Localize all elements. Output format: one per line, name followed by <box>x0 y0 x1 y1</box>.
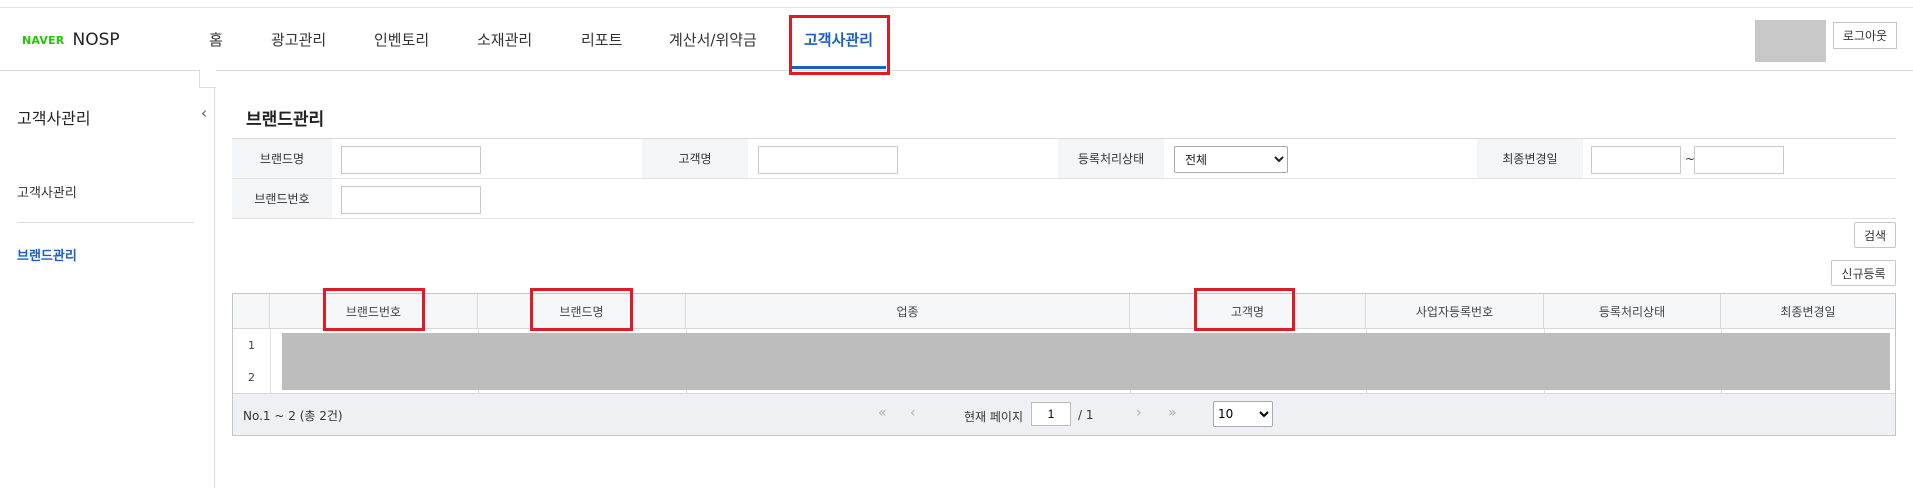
column-header-brand-no[interactable]: 브랜드번호 <box>270 294 478 329</box>
row-number: 2 <box>248 370 255 384</box>
brand-table: 브랜드번호 브랜드명 업종 고객명 사업자등록번호 등록처리상태 최종변경일 1… <box>232 293 1896 436</box>
record-count: No.1 ~ 2 (총 2건) <box>243 409 343 423</box>
first-page-icon[interactable]: « <box>878 405 887 421</box>
active-tab-indicator <box>790 66 886 69</box>
brand-name-input[interactable] <box>341 146 481 174</box>
customer-name-label: 고객명 <box>642 139 748 178</box>
new-register-button[interactable]: 신규등록 <box>1831 260 1896 286</box>
column-header-customer-name[interactable]: 고객명 <box>1130 294 1366 329</box>
table-footer: No.1 ~ 2 (총 2건) « ‹ 현재 페이지 / 1 › » 10 <box>233 393 1895 435</box>
brand-no-input[interactable] <box>341 186 481 214</box>
sidebar-title: 고객사관리 <box>17 109 91 128</box>
tab-creative-management[interactable]: 소재관리 <box>477 29 532 50</box>
column-header-modified-date[interactable]: 최종변경일 <box>1721 294 1895 329</box>
page-title: 브랜드관리 <box>246 110 325 130</box>
search-filter-form: 브랜드명 고객명 등록처리상태 전체 최종변경일 ~ 브랜드번호 <box>232 138 1896 219</box>
sidebar-divider <box>17 222 194 223</box>
current-page-label: 현재 페이지 <box>964 410 1024 424</box>
tab-invoice-penalty[interactable]: 계산서/위약금 <box>669 29 757 50</box>
tab-home[interactable]: 홈 <box>209 29 223 50</box>
modified-date-label: 최종변경일 <box>1477 139 1583 178</box>
status-label: 등록처리상태 <box>1058 139 1164 178</box>
column-header-business-reg-no[interactable]: 사업자등록번호 <box>1366 294 1544 329</box>
logout-button[interactable]: 로그아웃 <box>1833 22 1897 49</box>
status-select[interactable]: 전체 <box>1174 146 1288 173</box>
column-header-industry[interactable]: 업종 <box>686 294 1130 329</box>
filter-row: 브랜드번호 <box>232 179 1896 219</box>
product-name: NOSP <box>72 30 120 50</box>
logo[interactable]: NAVER NOSP <box>22 30 120 50</box>
date-to-input[interactable] <box>1694 146 1784 174</box>
page-size-select[interactable]: 10 <box>1213 401 1273 427</box>
redacted-row-content <box>282 333 1890 390</box>
sidebar: 고객사관리 ‹ 고객사관리 브랜드관리 <box>0 70 216 488</box>
sidebar-item-brand-management[interactable]: 브랜드관리 <box>17 245 77 264</box>
filter-row: 브랜드명 고객명 등록처리상태 전체 최종변경일 ~ <box>232 139 1896 179</box>
next-page-icon[interactable]: › <box>1136 405 1142 421</box>
table-header: 브랜드번호 브랜드명 업종 고객명 사업자등록번호 등록처리상태 최종변경일 <box>233 294 1895 329</box>
last-page-icon[interactable]: » <box>1168 405 1177 421</box>
date-from-input[interactable] <box>1591 146 1681 174</box>
customer-name-input[interactable] <box>758 146 898 174</box>
global-header: NAVER NOSP 홈 광고관리 인벤토리 소재관리 리포트 계산서/위약금 … <box>0 8 1913 75</box>
tab-ad-management[interactable]: 광고관리 <box>271 29 326 50</box>
prev-page-icon[interactable]: ‹ <box>910 405 916 421</box>
column-header-status[interactable]: 등록처리상태 <box>1544 294 1721 329</box>
row-number-header <box>233 294 270 329</box>
sidebar-notch <box>199 70 216 88</box>
search-button[interactable]: 검색 <box>1854 222 1896 248</box>
tab-report[interactable]: 리포트 <box>581 29 622 50</box>
current-page-input[interactable] <box>1031 402 1071 426</box>
top-border <box>0 0 1913 8</box>
chevron-left-icon[interactable]: ‹ <box>201 104 207 122</box>
column-header-brand-name[interactable]: 브랜드명 <box>478 294 686 329</box>
tab-inventory[interactable]: 인벤토리 <box>374 29 429 50</box>
total-pages: / 1 <box>1078 408 1094 422</box>
tab-customer-management[interactable]: 고객사관리 <box>804 29 873 50</box>
naver-logo-text: NAVER <box>22 33 65 47</box>
brand-name-label: 브랜드명 <box>232 139 332 178</box>
avatar <box>1755 20 1826 62</box>
row-number: 1 <box>248 338 255 352</box>
brand-no-label: 브랜드번호 <box>232 179 332 218</box>
sidebar-item-customer-management[interactable]: 고객사관리 <box>17 182 77 201</box>
